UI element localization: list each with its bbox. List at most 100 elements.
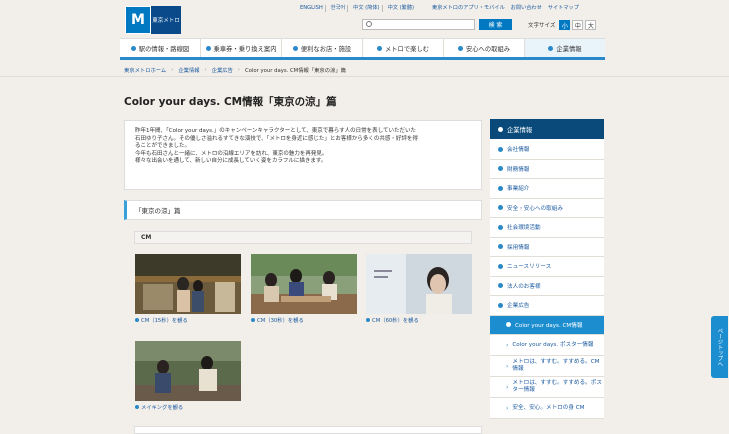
language-links: ENGLISH 한국어 中文 (简体) 中文 (繁體) (298, 5, 416, 12)
play-icon (135, 318, 139, 322)
nav-label: 駅の情報・路線図 (138, 45, 190, 53)
sidebar-item-safety[interactable]: 安全・安心への取組み (490, 198, 604, 218)
nav-tickets[interactable]: 乗車券・乗り換え案内 (200, 39, 281, 57)
video-link-making[interactable]: メイキングを観る (135, 403, 183, 411)
video-link-60s[interactable]: CM（60秒）を観る (366, 316, 419, 324)
sidebar-item-recruit[interactable]: 採用情報 (490, 237, 604, 257)
video-caption: CM（30秒）を観る (257, 318, 304, 324)
video-caption: メイキングを観る (141, 405, 184, 411)
sidebar-item-label: 会社情報 (507, 147, 530, 154)
sidebar-item-ads[interactable]: 企業広告 (490, 296, 604, 316)
nav-shops[interactable]: 便利なお店・施設 (281, 39, 362, 57)
nav-label: 便利なお店・施設 (300, 45, 352, 53)
sidebar-item-news[interactable]: ニュースリリース (490, 257, 604, 277)
sitemap-link[interactable]: サイトマップ (548, 5, 579, 12)
nav-enjoy[interactable]: メトロで楽しむ (362, 39, 443, 57)
chevron-right-icon: › (506, 362, 509, 370)
video-link-30s[interactable]: CM（30秒）を観る (251, 316, 304, 324)
sidebar-item-label: 企業広告 (507, 303, 530, 310)
sidebar-subitem-poster[interactable]: › Color your days. ポスター情報 (490, 335, 604, 356)
arrow-circle-icon (376, 45, 382, 51)
intro-text: ることができました。 (135, 143, 191, 149)
sidebar-head[interactable]: 企業情報 (490, 119, 604, 140)
sidebar-subitem-safety-cm[interactable]: › 安全、安心。メトロの身 CM (490, 398, 604, 419)
sidebar-item-company[interactable]: 会社情報 (490, 140, 604, 160)
video-caption: CM（15秒）を観る (141, 318, 188, 324)
sidebar-item-label: 事業紹介 (507, 186, 530, 193)
video-thumbnail-60s[interactable] (366, 254, 472, 314)
intro-text: 昨年1年間、「Color your days.」のキャンペーンキャラクターとして… (135, 128, 416, 134)
font-size-medium-button[interactable]: 中 (572, 20, 584, 30)
arrow-circle-icon (130, 45, 136, 51)
search-icon (366, 21, 372, 27)
chevron-right-icon: › (506, 404, 509, 412)
arrow-circle-icon (506, 322, 511, 328)
chevron-right-icon: › (237, 67, 240, 73)
sidebar-subitem-susumu-cm[interactable]: › メトロは、すすむ。すすめる。CM情報 (490, 356, 604, 377)
search-button[interactable]: 検 索 (479, 19, 512, 30)
sidebar-item-label: メトロは、すすむ。すすめる。ポスター情報 (512, 380, 602, 393)
video-link-15s[interactable]: CM（15秒）を観る (135, 316, 188, 324)
sidebar-head-label: 企業情報 (507, 126, 533, 134)
video-thumbnail-30s[interactable] (251, 254, 357, 314)
page-top-button[interactable]: ページトップへ (711, 316, 728, 378)
thumbnail-image (135, 254, 241, 314)
font-size-large-button[interactable]: 大 (585, 20, 597, 30)
logo-text: 東京メトロ (151, 6, 181, 34)
nav-label: 乗車券・乗り換え案内 (213, 45, 277, 53)
arrow-circle-icon (457, 45, 463, 51)
lang-english-link[interactable]: ENGLISH (298, 5, 326, 12)
sidebar-item-finance[interactable]: 財務情報 (490, 159, 604, 179)
next-section-box (134, 426, 482, 434)
sidebar-item-label: 採用情報 (507, 244, 530, 251)
app-mobile-link[interactable]: 東京メトロのアプリ・モバイル (432, 5, 505, 12)
sidebar-item-business[interactable]: 事業紹介 (490, 179, 604, 199)
breadcrumb: 東京メトロホーム › 企業情報 › 企業広告 › Color your days… (124, 66, 346, 74)
nav-safety[interactable]: 安心への取組み (443, 39, 524, 57)
breadcrumb-bar (0, 63, 729, 77)
section-heading: 「東京の涼」篇 (124, 200, 482, 220)
sidebar-item-label: 安全・安心への取組み (507, 205, 563, 212)
nav-station-info[interactable]: 駅の情報・路線図 (120, 39, 200, 57)
thumbnail-image (135, 341, 241, 401)
sidebar-item-label: ニュースリリース (507, 264, 552, 271)
lang-chinese-traditional-link[interactable]: 中文 (繁體) (386, 5, 416, 12)
play-icon (135, 405, 139, 409)
nav-label: 企業情報 (556, 45, 582, 53)
breadcrumb-current: Color your days. CM情報「東京の涼」篇 (245, 68, 346, 74)
nav-corporate[interactable]: 企業情報 (524, 39, 605, 57)
sidebar-item-corporate-clients[interactable]: 法人のお客様 (490, 276, 604, 296)
sidebar-item-label: メトロは、すすむ。すすめる。CM情報 (512, 359, 600, 372)
header: M 東京メトロ ENGLISH 한국어 中文 (简体) 中文 (繁體) 東京メト… (0, 0, 729, 38)
search-input[interactable] (362, 19, 475, 30)
intro-text: 様々な出会いを通して、新しい自分に成長していく姿をカラフルに描きます。 (135, 158, 327, 164)
breadcrumb-home[interactable]: 東京メトロホーム (124, 66, 166, 74)
thumbnail-image (251, 254, 357, 314)
contact-link[interactable]: お問い合わせ (511, 5, 542, 12)
lang-chinese-simplified-link[interactable]: 中文 (简体) (351, 5, 383, 12)
arrow-circle-icon (498, 283, 503, 289)
video-thumbnail-15s[interactable] (135, 254, 241, 314)
sidebar-item-label: 社会環境活動 (507, 225, 541, 232)
sidebar-subitem-susumu-poster[interactable]: › メトロは、すすむ。すすめる。ポスター情報 (490, 377, 604, 398)
breadcrumb-ads[interactable]: 企業広告 (212, 66, 233, 74)
arrow-circle-icon (498, 263, 503, 269)
page-title: Color your days. CM情報「東京の涼」篇 (124, 96, 337, 108)
sidebar: 企業情報 会社情報 財務情報 事業紹介 安全・安心への取組み 社会環境活動 採用… (490, 119, 604, 419)
font-size-small-button[interactable]: 小 (559, 20, 571, 30)
sidebar-item-cm-active[interactable]: Color your days. CM情報 (490, 315, 604, 335)
nav-label: 安心への取組み (465, 45, 511, 53)
arrow-circle-icon (498, 244, 503, 250)
arrow-circle-icon (205, 45, 211, 51)
breadcrumb-corporate[interactable]: 企業情報 (178, 66, 199, 74)
global-nav: 駅の情報・路線図 乗車券・乗り換え案内 便利なお店・施設 メトロで楽しむ 安心へ… (120, 38, 605, 60)
sidebar-item-environment[interactable]: 社会環境活動 (490, 218, 604, 238)
tokyo-metro-logo[interactable]: M 東京メトロ (125, 6, 181, 34)
sidebar-item-label: Color your days. CM情報 (515, 322, 583, 329)
video-caption: CM（60秒）を観る (372, 318, 419, 324)
video-thumbnail-making[interactable] (135, 341, 241, 401)
play-icon (251, 318, 255, 322)
lang-korean-link[interactable]: 한국어 (329, 5, 349, 12)
arrow-circle-icon (498, 166, 503, 172)
arrow-circle-icon (292, 45, 298, 51)
